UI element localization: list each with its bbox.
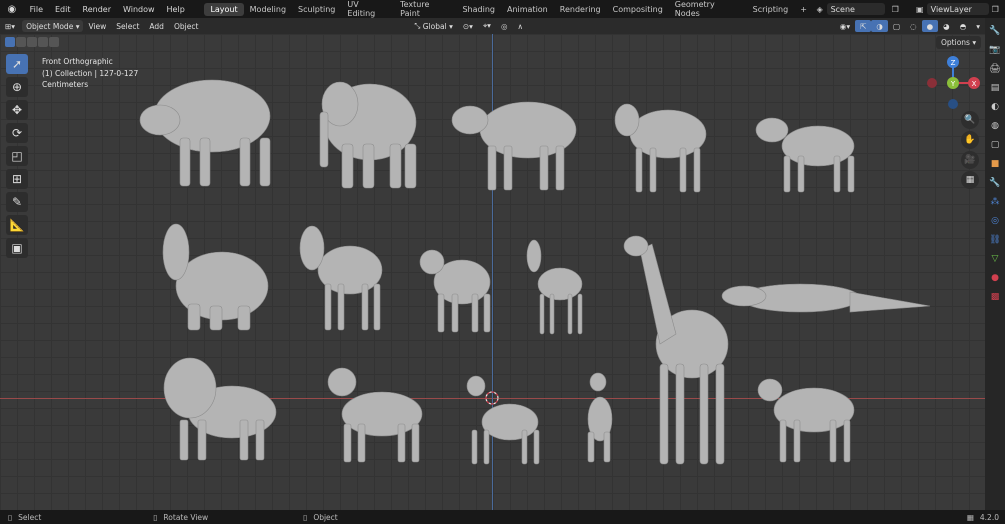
menu-help[interactable]: Help xyxy=(161,5,191,14)
tab-scripting[interactable]: Scripting xyxy=(747,3,795,16)
scene-properties-icon[interactable]: ◐ xyxy=(989,101,1001,113)
lioness-model[interactable] xyxy=(327,367,423,463)
view-layer-properties-icon[interactable]: ▤ xyxy=(989,82,1001,94)
menu-render[interactable]: Render xyxy=(77,5,117,14)
overlay-toggle-icon[interactable]: ◑ xyxy=(871,20,888,32)
shading-options-icon[interactable]: ▾ xyxy=(971,20,985,32)
status-rotate: Rotate View xyxy=(163,512,209,522)
status-object: Object xyxy=(313,512,338,522)
menu-view[interactable]: View xyxy=(83,20,111,32)
tab-modeling[interactable]: Modeling xyxy=(244,3,292,16)
new-scene-icon[interactable]: ❐ xyxy=(889,5,901,14)
menu-window[interactable]: Window xyxy=(117,5,161,14)
top-bar: ◉ File Edit Render Window Help Layout Mo… xyxy=(0,0,1005,18)
3d-cursor-icon[interactable] xyxy=(485,391,499,405)
scene-models xyxy=(139,79,931,465)
output-properties-icon[interactable]: 🖨 xyxy=(989,63,1001,75)
editor-type-icon[interactable]: ⊞▾ xyxy=(0,20,20,32)
cheetah-model[interactable] xyxy=(466,375,540,465)
add-workspace-button[interactable]: + xyxy=(794,3,813,16)
scene-field[interactable]: Scene xyxy=(826,3,886,15)
elephant-model[interactable] xyxy=(319,81,417,189)
world-properties-icon[interactable]: ◍ xyxy=(989,120,1001,132)
tool-properties-icon[interactable]: 🔧 xyxy=(989,25,1001,37)
mouse-left-icon: ▯ xyxy=(8,512,13,522)
viewlayer-icon[interactable]: ▣ xyxy=(913,5,927,14)
falloff-icon[interactable]: ∧ xyxy=(512,20,528,32)
tab-animation[interactable]: Animation xyxy=(501,3,554,16)
zebra-model[interactable] xyxy=(299,225,383,331)
lion-model[interactable] xyxy=(163,357,277,461)
mode-label: Object Mode xyxy=(26,21,74,31)
particles-properties-icon[interactable]: ⁂ xyxy=(989,196,1001,208)
transform-orientation-label: Global xyxy=(422,21,447,31)
hippo-model[interactable] xyxy=(162,223,269,331)
menu-add[interactable]: Add xyxy=(144,20,169,32)
transform-orientation-dropdown[interactable]: ⤡ Global ▾ xyxy=(409,20,457,32)
texture-properties-icon[interactable]: ▩ xyxy=(989,291,1001,303)
gizmo-toggle-icon[interactable]: ⇱ xyxy=(855,20,872,32)
buffalo-model[interactable] xyxy=(451,101,577,191)
data-properties-icon[interactable]: ▽ xyxy=(989,253,1001,265)
hyena-model[interactable] xyxy=(419,249,491,333)
material-properties-icon[interactable]: ● xyxy=(989,272,1001,284)
mouse-right-icon: ▯ xyxy=(303,512,308,522)
menu-file[interactable]: File xyxy=(24,5,49,14)
menu-select[interactable]: Select xyxy=(111,20,144,32)
proportional-edit-icon[interactable]: ◎ xyxy=(496,20,513,32)
tab-sculpting[interactable]: Sculpting xyxy=(292,3,341,16)
shading-rendered-icon[interactable]: ◓ xyxy=(955,20,972,32)
xray-icon[interactable]: ▢ xyxy=(888,20,905,32)
pivot-icon[interactable]: ⊙▾ xyxy=(458,20,478,32)
leopard-model[interactable] xyxy=(757,378,855,463)
tab-geometry-nodes[interactable]: Geometry Nodes xyxy=(669,0,747,20)
giraffe-model[interactable] xyxy=(623,235,729,465)
shading-material-icon[interactable]: ◕ xyxy=(938,20,955,32)
tab-rendering[interactable]: Rendering xyxy=(554,3,607,16)
gazelle-model[interactable] xyxy=(526,239,583,335)
tab-texture-paint[interactable]: Texture Paint xyxy=(394,0,456,20)
physics-properties-icon[interactable]: ◎ xyxy=(989,215,1001,227)
status-bar: ▯ Select ▯ Rotate View ▯ Object ▦ 4.2.0 xyxy=(0,510,1005,524)
collection-properties-icon[interactable]: ▢ xyxy=(989,139,1001,151)
monkey-model[interactable] xyxy=(587,372,613,463)
tab-layout[interactable]: Layout xyxy=(204,2,244,16)
tab-uv-editing[interactable]: UV Editing xyxy=(341,0,394,20)
snap-icon[interactable]: ⌖▾ xyxy=(478,20,496,32)
render-properties-icon[interactable]: 📷 xyxy=(989,44,1001,56)
viewport-header: ⊞▾ Object Mode ▾ View Select Add Object … xyxy=(0,18,985,34)
menu-edit[interactable]: Edit xyxy=(49,5,77,14)
visibility-icon[interactable]: ◉▾ xyxy=(835,20,855,32)
new-viewlayer-icon[interactable]: ❐ xyxy=(989,5,1001,14)
version-label: 4.2.0 xyxy=(979,512,999,522)
rhino-model[interactable] xyxy=(139,79,271,187)
tab-compositing[interactable]: Compositing xyxy=(607,3,669,16)
constraints-properties-icon[interactable]: ⛓ xyxy=(989,234,1001,246)
menu-object[interactable]: Object xyxy=(169,20,203,32)
shading-solid-icon[interactable]: ● xyxy=(921,20,939,32)
scene-icon[interactable]: ◈ xyxy=(813,5,827,14)
object-properties-icon[interactable]: ■ xyxy=(989,158,1001,170)
mode-dropdown[interactable]: Object Mode ▾ xyxy=(22,20,84,32)
status-select: Select xyxy=(18,512,42,522)
wildebeest-model[interactable] xyxy=(614,103,707,193)
viewlayer-field[interactable]: ViewLayer xyxy=(926,3,990,15)
mouse-middle-icon: ▯ xyxy=(153,512,158,522)
blender-logo-icon[interactable]: ◉ xyxy=(4,1,20,17)
modifier-properties-icon[interactable]: 🔧 xyxy=(989,177,1001,189)
properties-tabs: 🔧 📷 🖨 ▤ ◐ ◍ ▢ ■ 🔧 ⁂ ◎ ⛓ ▽ ● ▩ xyxy=(985,18,1005,510)
shading-wireframe-icon[interactable]: ◌ xyxy=(905,20,922,32)
crocodile-model[interactable] xyxy=(721,283,931,313)
memory-icon: ▦ xyxy=(966,512,974,522)
warthog-model[interactable] xyxy=(755,117,855,193)
tab-shading[interactable]: Shading xyxy=(456,3,501,16)
